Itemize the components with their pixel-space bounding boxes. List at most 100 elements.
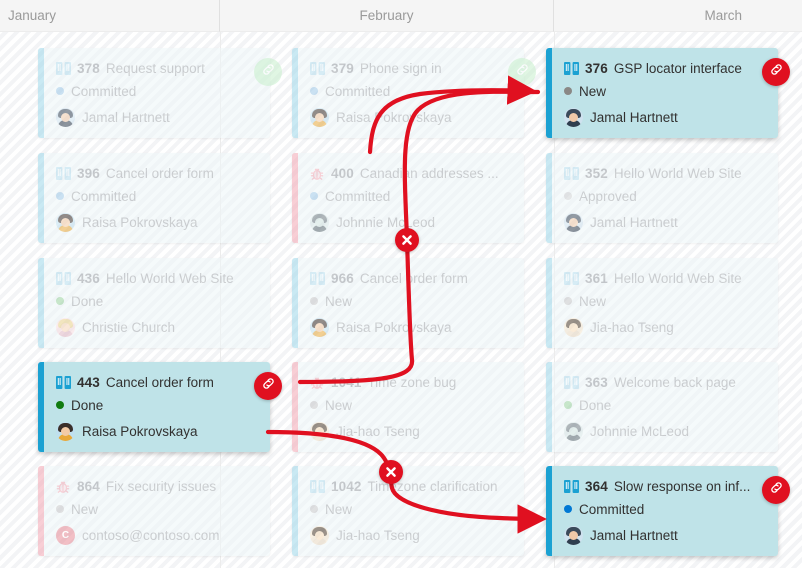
month-column-march[interactable]: March [554, 0, 802, 32]
work-item-card[interactable]: 379 Phone sign in Committed Raisa Pokrovska… [292, 48, 524, 138]
work-item-card[interactable]: 364 Slow response on inf... Committed Jamal… [546, 466, 778, 556]
work-item-id: 400 [331, 165, 354, 181]
card-link-badge[interactable] [254, 372, 282, 400]
work-item-card[interactable]: 864 Fix security issues New Ccontoso@contos… [38, 466, 270, 556]
avatar [310, 421, 329, 441]
card-title-row: 378 Request support [56, 58, 260, 78]
card-link-badge[interactable] [762, 58, 790, 86]
avatar [564, 317, 583, 337]
work-item-title: Canadian addresses ... [359, 165, 499, 181]
delivery-plans-board: January February March 378 Request suppor… [0, 0, 802, 568]
work-item-id: 363 [585, 374, 608, 390]
avatar [56, 212, 75, 232]
card-assignee-row: Christie Church [56, 315, 260, 339]
close-x-icon [402, 235, 412, 245]
work-item-card[interactable]: 436 Hello World Web Site Done Christie Chur… [38, 258, 270, 348]
card-state-row: Done [564, 394, 768, 416]
card-state-row: Committed [310, 80, 514, 102]
card-title-row: 1042 Timezone clarification [310, 476, 514, 496]
work-item-title: GSP locator interface [613, 60, 742, 76]
state-dot [564, 87, 572, 95]
work-item-id: 966 [331, 270, 354, 286]
work-item-state: Done [71, 397, 104, 413]
card-assignee-row: Ccontoso@contoso.com [56, 523, 260, 547]
state-dot [56, 505, 64, 513]
work-item-id: 1041 [331, 374, 362, 390]
card-state-row: New [310, 290, 514, 312]
work-item-card[interactable]: 363 Welcome back page Done Johnnie McLeod [546, 362, 778, 452]
month-label: January [8, 8, 57, 23]
work-item-card[interactable]: 396 Cancel order form Committed Raisa Pokro… [38, 153, 270, 243]
work-item-state: New [325, 397, 353, 413]
work-item-title: Request support [105, 60, 205, 76]
card-title-row: 400 Canadian addresses ... [310, 163, 514, 183]
avatar [564, 107, 583, 127]
work-item-id: 352 [585, 165, 608, 181]
work-item-id: 361 [585, 270, 608, 286]
month-column-february[interactable]: February [220, 0, 554, 32]
assignee-name: Jia-hao Tseng [336, 423, 420, 439]
card-link-badge[interactable] [254, 58, 282, 86]
card-title-row: 352 Hello World Web Site [564, 163, 768, 183]
avatar [310, 212, 329, 232]
close-x-icon [386, 467, 396, 477]
assignee-name: Jamal Hartnett [590, 527, 678, 543]
work-item-card[interactable]: 352 Hello World Web Site Approved Jamal Har… [546, 153, 778, 243]
card-title-row: 361 Hello World Web Site [564, 268, 768, 288]
month-label: February [359, 8, 414, 23]
card-state-row: Done [56, 290, 260, 312]
avatar [564, 525, 583, 545]
work-item-id: 436 [77, 270, 100, 286]
month-column-january[interactable]: January [0, 0, 220, 32]
work-item-card[interactable]: 443 Cancel order form Done Raisa Pokrovskay… [38, 362, 270, 452]
card-grid: 378 Request support Committed Jamal Hartnet… [0, 32, 802, 568]
card-state-row: Done [56, 394, 260, 416]
card-state-row: New [564, 80, 768, 102]
assignee-name: Johnnie McLeod [336, 214, 436, 230]
work-item-card[interactable]: 378 Request support Committed Jamal Hartnet… [38, 48, 270, 138]
feature-icon [564, 375, 579, 389]
work-item-card[interactable]: 376 GSP locator interface New Jamal Hartnet… [546, 48, 778, 138]
card-assignee-row: Jia-hao Tseng [310, 419, 514, 443]
card-assignee-row: Raisa Pokrovskaya [56, 419, 260, 443]
work-item-title: Welcome back page [613, 374, 736, 390]
card-assignee-row: Jia-hao Tseng [310, 523, 514, 547]
state-dot [564, 192, 572, 200]
card-state-row: New [564, 290, 768, 312]
state-dot [56, 401, 64, 409]
feature-icon [56, 271, 71, 285]
card-title-row: 864 Fix security issues [56, 476, 260, 496]
work-item-card[interactable]: 361 Hello World Web Site New Jia-hao Tseng [546, 258, 778, 348]
card-assignee-row: Jamal Hartnett [564, 210, 768, 234]
feature-icon [56, 166, 71, 180]
blocked-marker-1[interactable] [395, 228, 419, 252]
avatar: C [56, 525, 75, 545]
work-item-id: 364 [585, 478, 608, 494]
card-link-badge[interactable] [508, 58, 536, 86]
card-title-row: 396 Cancel order form [56, 163, 260, 183]
state-dot [564, 297, 572, 305]
feature-icon [564, 271, 579, 285]
link-icon [261, 62, 276, 82]
feature-icon [564, 61, 579, 75]
state-dot [56, 87, 64, 95]
state-dot [310, 87, 318, 95]
work-item-card[interactable]: 1042 Timezone clarification New Jia-hao Tse… [292, 466, 524, 556]
card-state-row: Committed [310, 185, 514, 207]
feature-icon [310, 271, 325, 285]
work-item-title: Hello World Web Site [613, 165, 742, 181]
assignee-name: Raisa Pokrovskaya [336, 319, 452, 335]
work-item-card[interactable]: 1041 Time zone bug New Jia-hao Tseng [292, 362, 524, 452]
link-icon [769, 480, 784, 500]
bug-icon [56, 480, 71, 493]
work-item-id: 379 [331, 60, 354, 76]
blocked-marker-2[interactable] [379, 460, 403, 484]
work-item-title: Phone sign in [359, 60, 442, 76]
assignee-name: Raisa Pokrovskaya [336, 109, 452, 125]
card-link-badge[interactable] [762, 476, 790, 504]
month-label: March [704, 8, 742, 23]
work-item-id: 864 [77, 478, 100, 494]
card-title-row: 1041 Time zone bug [310, 372, 514, 392]
work-item-card[interactable]: 966 Cancel order form New Raisa Pokrovskaya [292, 258, 524, 348]
assignee-name: Jamal Hartnett [82, 109, 170, 125]
